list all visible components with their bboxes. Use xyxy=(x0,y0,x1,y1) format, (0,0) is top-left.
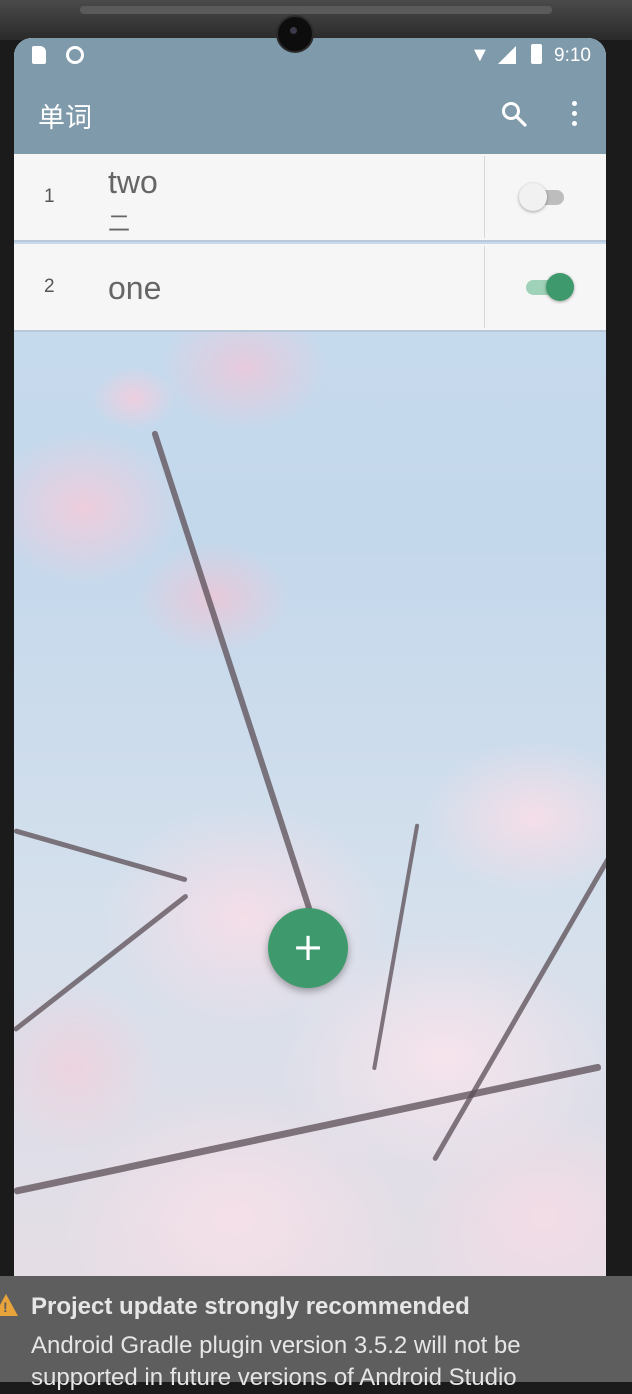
device-speaker xyxy=(80,6,552,14)
word-list: 1 two 二 2 one xyxy=(14,154,606,332)
add-word-button[interactable]: + xyxy=(268,908,348,988)
front-camera xyxy=(278,17,312,51)
show-meaning-switch[interactable] xyxy=(526,272,574,302)
list-item[interactable]: 1 two 二 xyxy=(14,154,606,242)
show-meaning-switch[interactable] xyxy=(519,182,570,212)
battery-icon xyxy=(531,44,542,64)
item-word: two xyxy=(108,164,158,200)
sd-card-icon xyxy=(32,46,46,64)
warning-icon xyxy=(0,1294,18,1316)
item-word: one xyxy=(108,270,162,306)
branch xyxy=(14,828,188,883)
status-time: 9:10 xyxy=(554,45,591,66)
switch-thumb xyxy=(519,183,547,211)
divider xyxy=(484,246,485,328)
list-item[interactable]: 2 one xyxy=(14,244,606,332)
branch xyxy=(151,430,318,927)
notification-body: Android Gradle plugin version 3.5.2 will… xyxy=(31,1332,521,1391)
app-bar: 单词 xyxy=(14,74,606,154)
device-frame xyxy=(0,0,632,40)
wifi-icon: ▼ xyxy=(470,44,490,66)
branch xyxy=(14,1063,602,1195)
switch-thumb xyxy=(546,273,574,301)
status-bar: ▼ 9:10 xyxy=(14,38,606,74)
search-icon[interactable] xyxy=(500,100,528,128)
app-title: 单词 xyxy=(38,103,92,133)
sync-icon xyxy=(66,46,84,64)
more-vert-icon[interactable] xyxy=(560,100,588,128)
item-meaning: 二 xyxy=(108,211,131,236)
branch xyxy=(372,823,420,1071)
divider xyxy=(484,156,485,238)
branch xyxy=(14,893,189,1033)
item-index: 2 xyxy=(44,276,55,297)
update-notification[interactable]: Project update strongly recommended Andr… xyxy=(0,1276,632,1391)
branch xyxy=(431,847,606,1162)
notification-title: Project update strongly recommended xyxy=(31,1293,470,1320)
signal-icon xyxy=(498,46,516,64)
item-index: 1 xyxy=(44,186,55,207)
phone-screen: ▼ 9:10 单词 1 two 二 2 one + xyxy=(14,38,606,1298)
